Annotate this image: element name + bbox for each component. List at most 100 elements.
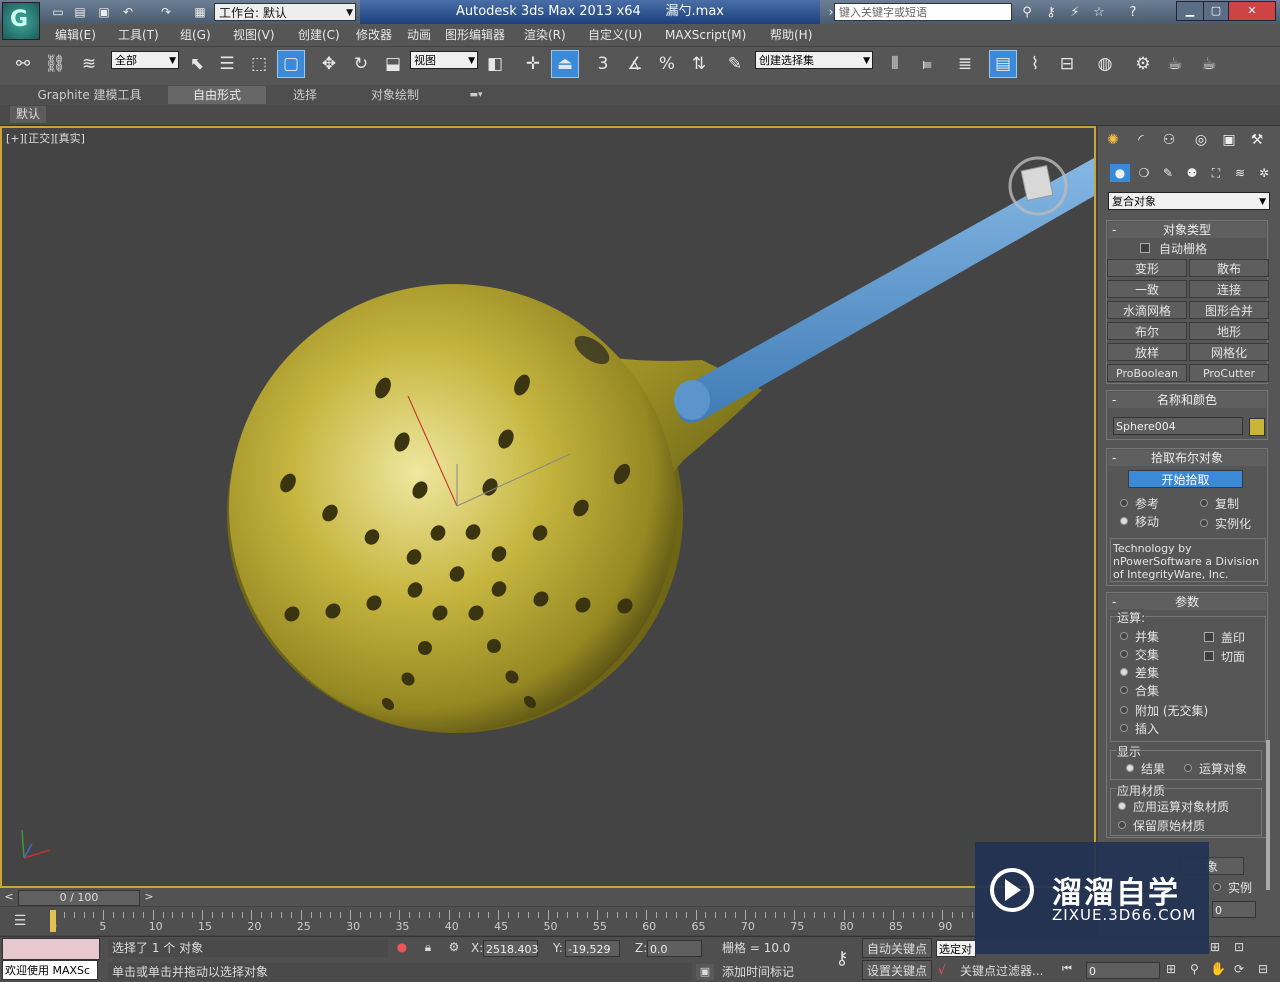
object-type-header[interactable]: - 对象类型 — [1108, 222, 1266, 238]
x-coordinate-input[interactable]: 2518.403 — [483, 940, 539, 957]
systems-icon[interactable]: ✲ — [1254, 164, 1274, 182]
create-tab-icon[interactable]: ✺ — [1102, 130, 1124, 150]
time-config-icon[interactable]: ⊞ — [1166, 962, 1182, 978]
menu-views[interactable]: 视图(V) — [233, 24, 275, 46]
display-tab-icon[interactable]: ▣ — [1218, 130, 1240, 150]
maxscript-mini-listener[interactable]: 欢迎使用 MAXSc — [2, 960, 98, 980]
boolean-button[interactable]: 布尔 — [1107, 322, 1187, 340]
menu-edit[interactable]: 编辑(E) — [55, 24, 96, 46]
menu-maxscript[interactable]: MAXScript(M) — [665, 24, 746, 46]
menu-group[interactable]: 组(G) — [180, 24, 211, 46]
zoom-icon[interactable]: ⚲ — [1190, 962, 1206, 978]
helpers-icon[interactable]: ⛶ — [1206, 164, 1226, 182]
selection-filter-dropdown[interactable]: 全部 ▼ — [111, 51, 179, 69]
lock-icon[interactable]: 🔒︎ — [420, 940, 436, 956]
select-scale-icon[interactable]: ⬓ — [380, 51, 406, 77]
procutter-button[interactable]: ProCutter — [1189, 364, 1269, 382]
maxscript-listener[interactable] — [2, 938, 100, 960]
utilities-tab-icon[interactable]: ⚒ — [1246, 130, 1268, 150]
binoculars-icon[interactable]: ⚲ — [1018, 4, 1036, 21]
project-folder-icon[interactable]: ▦ — [192, 4, 208, 20]
name-color-header[interactable]: - 名称和颜色 — [1108, 392, 1266, 408]
named-selection-dropdown[interactable]: 创建选择集 ▼ — [755, 51, 873, 69]
key-filters-button[interactable]: 关键点过滤器... — [960, 962, 1056, 980]
object-color-swatch[interactable] — [1249, 418, 1265, 436]
apply-op-material-radio[interactable] — [1118, 802, 1126, 810]
menu-graph-editors[interactable]: 图形编辑器 — [445, 24, 505, 46]
select-by-name-icon[interactable]: ☰ — [214, 51, 240, 77]
loft-button[interactable]: 放样 — [1107, 343, 1187, 361]
result-radio[interactable] — [1126, 764, 1134, 772]
add-time-tag[interactable]: 添加时间标记 — [722, 963, 822, 981]
parameters-header[interactable]: - 参数 — [1108, 594, 1266, 610]
rendered-frame-icon[interactable]: ☕ — [1162, 51, 1188, 77]
unlink-icon[interactable]: ⛓ — [42, 51, 68, 77]
material-editor-icon[interactable]: ◍ — [1092, 51, 1118, 77]
subtraction-radio[interactable] — [1120, 668, 1128, 676]
panel-scrollbar[interactable] — [1266, 740, 1270, 890]
angle-snap-icon[interactable]: ∡ — [622, 51, 648, 77]
communication-icon[interactable]: ⚡ — [1066, 4, 1084, 21]
set-key-icon[interactable]: ⚷ — [826, 943, 858, 975]
menu-create[interactable]: 创建(C) — [298, 24, 340, 46]
set-key-button[interactable]: 设置关键点 — [862, 960, 932, 980]
tab-graphite-modeling[interactable]: Graphite 建模工具 — [12, 86, 167, 104]
prev-frame-icon[interactable]: < — [2, 890, 16, 904]
pivot-center-icon[interactable]: ◧ — [482, 51, 508, 77]
spinner-snap-icon[interactable]: ⇅ — [686, 51, 712, 77]
start-pick-button[interactable]: 开始拾取 — [1128, 470, 1243, 488]
mini-curve-editor-icon[interactable]: ☰ — [0, 907, 40, 935]
merge-radio[interactable] — [1120, 686, 1128, 694]
maximize-button[interactable]: ▢ — [1203, 1, 1229, 21]
window-crossing-icon[interactable]: ▢ — [277, 50, 305, 78]
autogrid-checkbox[interactable] — [1140, 243, 1150, 253]
select-move-icon[interactable]: ✥ — [316, 51, 342, 77]
z-coordinate-input[interactable]: 0.0 — [647, 940, 702, 957]
select-and-link-icon[interactable]: ⚯ — [10, 51, 36, 77]
tab-object-paint[interactable]: 对象绘制 — [350, 86, 440, 104]
zoom-extents-all-icon[interactable]: ⊡ — [1234, 940, 1250, 956]
render-production-icon[interactable]: ☕ — [1196, 51, 1222, 77]
hierarchy-tab-icon[interactable]: ⚇ — [1158, 130, 1180, 150]
select-object-icon[interactable]: ⬉ — [184, 51, 210, 77]
undo-icon[interactable]: ↶ — [120, 4, 136, 20]
space-warps-icon[interactable]: ≋ — [1230, 164, 1250, 182]
insert-radio[interactable] — [1120, 724, 1128, 732]
close-button[interactable]: ✕ — [1228, 1, 1276, 21]
copy-radio[interactable] — [1200, 499, 1208, 507]
terrain-button[interactable]: 地形 — [1189, 322, 1269, 340]
graphite-toggle-icon[interactable]: ▤ — [989, 50, 1017, 78]
app-menu-button[interactable]: G — [2, 2, 40, 40]
intersection-radio[interactable] — [1120, 650, 1128, 658]
shapes-icon[interactable]: ❍ — [1134, 164, 1154, 182]
mesher-button[interactable]: 网格化 — [1189, 343, 1269, 361]
cookie-checkbox[interactable] — [1204, 651, 1214, 661]
y-coordinate-input[interactable]: -19.529 — [565, 940, 620, 957]
pick-boolean-header[interactable]: - 拾取布尔对象 — [1108, 450, 1266, 466]
proboolean-button[interactable]: ProBoolean — [1107, 364, 1187, 382]
time-slider[interactable]: 0 / 100 — [18, 890, 140, 906]
category-dropdown[interactable]: 复合对象 ▼ — [1108, 192, 1270, 210]
object-name-input[interactable]: Sphere004 — [1113, 417, 1243, 435]
extract-instance-radio[interactable] — [1213, 883, 1221, 891]
spinner-input[interactable]: 0 — [1212, 901, 1256, 918]
ribbon-options-icon[interactable]: ▬▾ — [462, 86, 490, 104]
redo-icon[interactable]: ↷ — [158, 4, 174, 20]
open-file-icon[interactable]: ▤ — [72, 4, 88, 20]
key-icon[interactable]: ⚷ — [1042, 4, 1060, 21]
lights-icon[interactable]: ✎ — [1158, 164, 1178, 182]
absolute-mode-icon[interactable]: ⚙ — [446, 940, 462, 956]
time-tag-icon[interactable]: ▣ — [696, 964, 714, 980]
tab-freeform[interactable]: 自由形式 — [168, 86, 266, 104]
shapemerge-button[interactable]: 图形合并 — [1189, 301, 1269, 319]
selected-set-dropdown[interactable]: 选定对 — [936, 940, 976, 957]
help-icon[interactable]: ? — [1124, 4, 1142, 21]
scatter-button[interactable]: 散布 — [1189, 259, 1269, 277]
cameras-icon[interactable]: ⚉ — [1182, 164, 1202, 182]
menu-customize[interactable]: 自定义(U) — [588, 24, 642, 46]
default-button[interactable]: 默认 — [10, 106, 46, 123]
reference-radio[interactable] — [1120, 499, 1128, 507]
menu-animation[interactable]: 动画 — [407, 24, 431, 46]
zoom-extents-icon[interactable]: ⊞ — [1210, 940, 1226, 956]
edit-named-selection-icon[interactable]: ✎ — [722, 51, 748, 77]
